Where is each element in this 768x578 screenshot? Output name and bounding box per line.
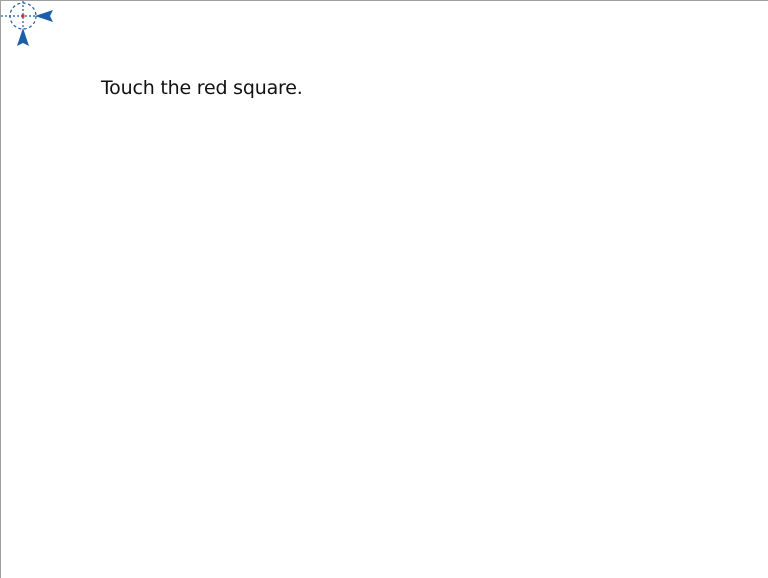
instruction-text: Touch the red square. <box>101 77 303 99</box>
calibration-screen: Touch the red square. <box>0 0 768 578</box>
crosshair-right-arrow <box>35 10 53 22</box>
crosshair-center-dot <box>21 14 25 18</box>
crosshair-bottom-arrow <box>17 28 29 46</box>
calibration-crosshair-icon[interactable] <box>1 1 57 51</box>
